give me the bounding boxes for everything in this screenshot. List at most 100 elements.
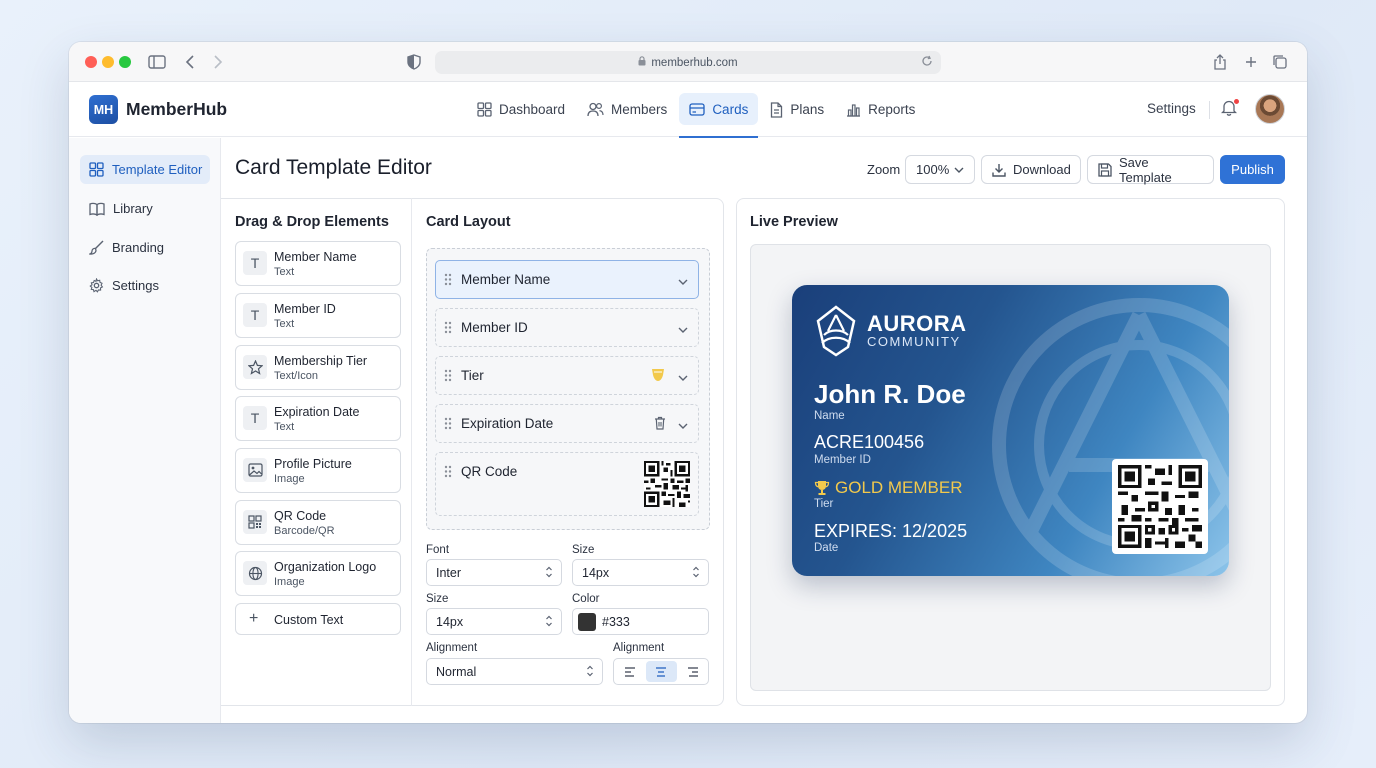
card-layout-title: Card Layout xyxy=(426,214,511,230)
custom-text-button[interactable]: + Custom Text xyxy=(235,603,401,635)
member-card-preview[interactable]: AURORA COMMUNITY John R. Doe Name ACRE10… xyxy=(792,285,1229,576)
download-button[interactable]: Download xyxy=(981,155,1081,184)
nav-plans[interactable]: Plans xyxy=(760,82,834,137)
layout-row-qr-code[interactable]: QR Code xyxy=(435,452,699,516)
plus-icon: + xyxy=(249,610,259,627)
element-type: Barcode/QR xyxy=(274,525,335,537)
app-name[interactable]: MemberHub xyxy=(126,99,227,120)
element-member-id[interactable]: T Member ID Text xyxy=(235,293,401,338)
maximize-window-button[interactable] xyxy=(119,56,131,68)
element-type: Text xyxy=(274,318,295,330)
element-organization-logo[interactable]: Organization Logo Image xyxy=(235,551,401,596)
publish-button[interactable]: Publish xyxy=(1220,155,1285,184)
header-settings-link[interactable]: Settings xyxy=(1147,101,1196,116)
stepper-arrows-icon[interactable] xyxy=(692,565,700,582)
size-stepper-2[interactable]: 14px xyxy=(426,608,562,635)
brush-icon xyxy=(89,240,104,255)
chevron-down-icon[interactable] xyxy=(678,321,688,336)
element-profile-picture[interactable]: Profile Picture Image xyxy=(235,448,401,493)
main-nav: Dashboard Members Cards Plans Reports xyxy=(467,82,927,138)
nav-dashboard[interactable]: Dashboard xyxy=(467,82,575,137)
element-expiration-date[interactable]: T Expiration Date Text xyxy=(235,396,401,441)
chevron-down-icon[interactable] xyxy=(678,369,688,384)
drag-handle-icon[interactable] xyxy=(444,273,452,289)
back-icon[interactable] xyxy=(180,52,200,72)
font-select[interactable]: Inter xyxy=(426,559,562,586)
element-name: Organization Logo xyxy=(274,560,377,574)
color-picker[interactable]: #333 xyxy=(572,608,709,635)
element-name: Expiration Date xyxy=(274,405,360,419)
address-bar[interactable]: memberhub.com xyxy=(435,51,941,74)
size-value-2: 14px xyxy=(436,614,464,629)
align-right-icon[interactable] xyxy=(678,661,708,682)
download-label: Download xyxy=(1013,162,1071,177)
layout-row-label: Member ID xyxy=(461,320,528,335)
layout-row-expiration-date[interactable]: Expiration Date xyxy=(435,404,699,443)
image-icon xyxy=(243,458,267,482)
card-brand-subtitle: COMMUNITY xyxy=(867,334,961,349)
share-icon[interactable] xyxy=(1210,52,1230,72)
nav-reports[interactable]: Reports xyxy=(836,82,925,137)
shield-icon[interactable] xyxy=(404,52,424,72)
element-member-name[interactable]: T Member Name Text xyxy=(235,241,401,286)
nav-label: Reports xyxy=(868,102,916,117)
card-date-label: Date xyxy=(814,542,839,554)
sidebar-item-library[interactable]: Library xyxy=(80,194,210,223)
layout-row-member-name[interactable]: Member Name xyxy=(435,260,699,299)
drag-handle-icon[interactable] xyxy=(444,465,452,481)
alignment-select[interactable]: Normal xyxy=(426,658,603,685)
reload-icon[interactable] xyxy=(921,55,933,70)
nav-cards[interactable]: Cards xyxy=(679,82,759,138)
align-center-icon[interactable] xyxy=(646,661,677,682)
align-left-icon[interactable] xyxy=(615,661,645,682)
layout-row-member-id[interactable]: Member ID xyxy=(435,308,699,347)
qr-icon xyxy=(243,510,267,534)
live-preview-title: Live Preview xyxy=(750,214,838,230)
sidebar-item-branding[interactable]: Branding xyxy=(80,233,210,262)
trash-icon[interactable] xyxy=(654,416,666,430)
drag-handle-icon[interactable] xyxy=(444,321,452,337)
sidebar-item-settings[interactable]: Settings xyxy=(80,271,210,300)
minimize-window-button[interactable] xyxy=(102,56,114,68)
nav-members[interactable]: Members xyxy=(577,82,677,137)
card-tier-label: Tier xyxy=(814,498,834,510)
zoom-select[interactable]: 100% xyxy=(905,155,975,184)
color-value: #333 xyxy=(602,614,630,629)
trophy-icon xyxy=(814,480,830,496)
close-window-button[interactable] xyxy=(85,56,97,68)
chevron-down-icon[interactable] xyxy=(678,417,688,432)
forward-icon[interactable] xyxy=(208,52,228,72)
zoom-label: Zoom xyxy=(867,162,901,177)
card-name-label: Name xyxy=(814,410,845,422)
gold-badge-icon xyxy=(650,368,666,382)
new-tab-icon[interactable] xyxy=(1241,52,1261,72)
element-qr-code[interactable]: QR Code Barcode/QR xyxy=(235,500,401,545)
browser-toolbar: memberhub.com xyxy=(69,42,1307,82)
element-membership-tier[interactable]: Membership Tier Text/Icon xyxy=(235,345,401,390)
drag-handle-icon[interactable] xyxy=(444,369,452,385)
element-type: Text/Icon xyxy=(274,370,319,382)
size-label-2: Size xyxy=(426,593,449,605)
layout-row-label: QR Code xyxy=(461,464,518,479)
app-logo[interactable]: MH xyxy=(89,95,118,124)
size-stepper[interactable]: 14px xyxy=(572,559,709,586)
layout-row-tier[interactable]: Tier xyxy=(435,356,699,395)
user-avatar[interactable] xyxy=(1255,94,1285,124)
stepper-arrows-icon[interactable] xyxy=(545,614,553,631)
save-template-button[interactable]: Save Template xyxy=(1087,154,1214,185)
color-swatch[interactable] xyxy=(578,612,596,631)
globe-icon xyxy=(243,561,267,585)
chevron-down-icon[interactable] xyxy=(678,273,688,288)
sidebar-item-template-editor[interactable]: Template Editor xyxy=(80,155,210,184)
lock-icon xyxy=(638,56,646,69)
tabs-overview-icon[interactable] xyxy=(1270,52,1290,72)
sidebar-toggle-icon[interactable] xyxy=(147,52,167,72)
nav-label: Cards xyxy=(712,102,749,117)
save-template-label: Save Template xyxy=(1119,154,1172,185)
layout-row-label: Tier xyxy=(461,368,484,383)
size-label: Size xyxy=(572,544,595,556)
dropdown-caret-icon xyxy=(545,565,553,582)
bar-chart-icon xyxy=(846,102,861,117)
card-qr-code xyxy=(1112,459,1208,554)
drag-handle-icon[interactable] xyxy=(444,417,452,433)
